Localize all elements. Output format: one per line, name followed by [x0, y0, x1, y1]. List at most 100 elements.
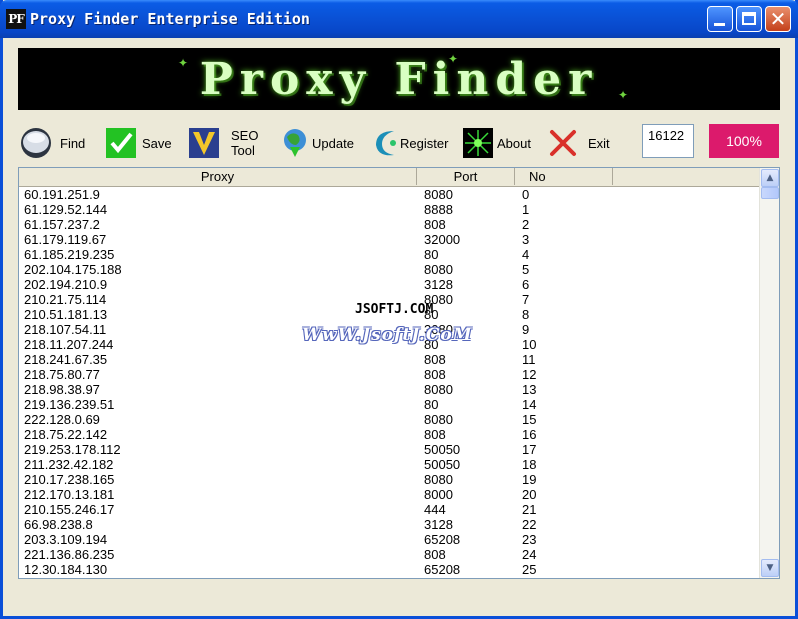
proxy-cell: 218.107.54.11: [24, 322, 107, 337]
watermark-url: WwW.JsoftJ.CoM: [302, 325, 473, 345]
save-button[interactable]: Save: [105, 124, 177, 162]
scroll-down-button[interactable]: ▼: [761, 559, 779, 577]
table-row[interactable]: 211.232.42.182 50050 18: [19, 457, 759, 472]
scroll-up-button[interactable]: ▲: [761, 169, 779, 187]
no-cell: 24: [522, 547, 537, 562]
exit-icon: [550, 130, 576, 156]
table-row[interactable]: 61.157.237.2 808 2: [19, 217, 759, 232]
no-cell: 22: [522, 517, 537, 532]
port-cell: 8080: [424, 262, 453, 277]
port-cell: 65208: [424, 532, 461, 547]
no-cell: 11: [522, 352, 536, 367]
no-cell: 20: [522, 487, 537, 502]
title-bar[interactable]: PF Proxy Finder Enterprise Edition ✕: [0, 0, 798, 38]
table-row[interactable]: 61.179.119.67 32000 3: [19, 232, 759, 247]
no-cell: 13: [522, 382, 537, 397]
save-label: Save: [142, 136, 172, 151]
column-header-empty: [613, 168, 759, 185]
proxy-cell: 60.191.251.9: [24, 187, 100, 202]
proxy-cell: 210.21.75.114: [24, 292, 107, 307]
no-cell: 8: [522, 307, 530, 322]
table-row[interactable]: 61.185.219.235 80 4: [19, 247, 759, 262]
no-cell: 12: [522, 367, 537, 382]
table-row[interactable]: 222.128.0.69 8080 15: [19, 412, 759, 427]
scroll-thumb[interactable]: [761, 187, 779, 199]
sparkle-icon: ✦: [178, 56, 189, 70]
maximize-button[interactable]: [736, 6, 762, 32]
table-row[interactable]: 218.75.22.142 808 16: [19, 427, 759, 442]
register-label: Register: [400, 136, 449, 151]
logo-banner: Proxy Finder ✦ ✦ ✦: [18, 48, 780, 110]
register-button[interactable]: Register: [370, 124, 455, 162]
port-cell: 50050: [424, 457, 461, 472]
no-cell: 19: [522, 472, 537, 487]
no-cell: 7: [522, 292, 530, 307]
vertical-scrollbar[interactable]: ▲ ▼: [759, 168, 779, 578]
seo-tool-button[interactable]: SEO Tool: [188, 124, 268, 162]
port-cell: 8080: [424, 472, 453, 487]
port-cell: 3128: [424, 517, 453, 532]
seo-label-line1: SEO: [231, 128, 259, 143]
no-cell: 4: [522, 247, 530, 262]
watermark-text: JSOFTJ.COM: [355, 302, 434, 317]
table-row[interactable]: 203.3.109.194 65208 23: [19, 532, 759, 547]
no-cell: 9: [522, 322, 530, 337]
minimize-button[interactable]: [707, 6, 733, 32]
table-row[interactable]: 212.170.13.181 8000 20: [19, 487, 759, 502]
no-cell: 6: [522, 277, 530, 292]
table-row[interactable]: 218.241.67.35 808 11: [19, 352, 759, 367]
table-row[interactable]: 219.253.178.112 50050 17: [19, 442, 759, 457]
proxy-cell: 218.98.38.97: [24, 382, 100, 397]
port-cell: 8000: [424, 487, 453, 502]
table-row[interactable]: 210.155.246.17 444 21: [19, 502, 759, 517]
table-row[interactable]: 221.136.86.235 808 24: [19, 547, 759, 562]
port-cell: 808: [424, 547, 446, 562]
proxy-cell: 222.128.0.69: [24, 412, 100, 427]
table-row[interactable]: 210.17.238.165 8080 19: [19, 472, 759, 487]
port-cell: 80: [424, 247, 439, 262]
table-row[interactable]: 202.104.175.188 8080 5: [19, 262, 759, 277]
proxy-cell: 210.51.181.13: [24, 307, 108, 322]
find-button[interactable]: Find: [20, 124, 90, 162]
no-cell: 17: [522, 442, 537, 457]
no-cell: 0: [522, 187, 530, 202]
proxy-list[interactable]: Proxy Port No 60.191.251.9 8080 0 61.129.52…: [18, 167, 780, 579]
no-cell: 23: [522, 532, 537, 547]
proxy-cell: 61.129.52.144: [24, 202, 108, 217]
table-row[interactable]: 61.129.52.144 8888 1: [19, 202, 759, 217]
table-row[interactable]: 66.98.238.8 3128 22: [19, 517, 759, 532]
table-row[interactable]: 219.136.239.51 80 14: [19, 397, 759, 412]
minimize-icon: [714, 23, 725, 26]
sparkle-icon: ✦: [618, 88, 629, 102]
window-title: Proxy Finder Enterprise Edition: [30, 10, 310, 28]
table-row[interactable]: 12.30.184.130 65208 25: [19, 562, 759, 577]
port-cell: 444: [424, 502, 446, 517]
column-header-port[interactable]: Port: [417, 168, 515, 185]
update-button[interactable]: Update: [280, 124, 362, 162]
port-cell: 32000: [424, 232, 461, 247]
no-cell: 1: [522, 202, 530, 217]
update-label: Update: [312, 136, 354, 151]
list-rows: 60.191.251.9 8080 0 61.129.52.144 8888 1 61.15…: [19, 187, 759, 577]
no-cell: 2: [522, 217, 530, 232]
proxy-cell: 61.185.219.235: [24, 247, 115, 262]
proxy-cell: 61.179.119.67: [24, 232, 107, 247]
port-cell: 8080: [424, 187, 453, 202]
maximize-icon: [742, 12, 756, 25]
table-row[interactable]: 218.75.80.77 808 12: [19, 367, 759, 382]
close-button[interactable]: ✕: [765, 6, 791, 32]
table-row[interactable]: 218.98.38.97 8080 13: [19, 382, 759, 397]
proxy-cell: 202.194.210.9: [24, 277, 108, 292]
proxy-cell: 212.170.13.181: [24, 487, 115, 502]
column-header-proxy[interactable]: Proxy: [19, 168, 417, 185]
no-cell: 5: [522, 262, 530, 277]
table-row[interactable]: 202.194.210.9 3128 6: [19, 277, 759, 292]
proxy-count-field[interactable]: 16122: [642, 124, 694, 158]
column-header-no[interactable]: No: [515, 168, 613, 185]
close-icon: ✕: [769, 7, 787, 31]
exit-button[interactable]: Exit: [547, 124, 617, 162]
proxy-cell: 218.11.207.244: [24, 337, 114, 352]
about-label: About: [497, 136, 531, 151]
table-row[interactable]: 60.191.251.9 8080 0: [19, 187, 759, 202]
about-button[interactable]: About: [462, 124, 538, 162]
